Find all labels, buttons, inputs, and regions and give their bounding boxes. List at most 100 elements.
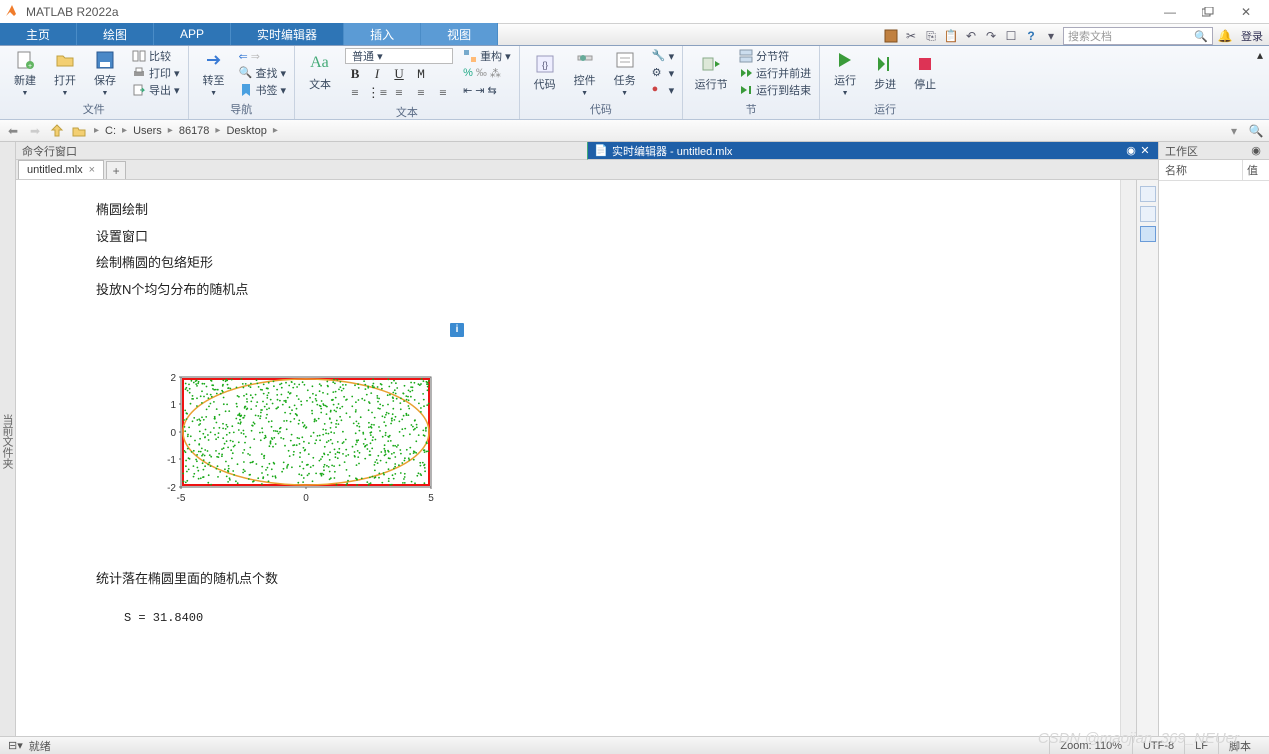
status-zoom[interactable]: Zoom: 110%: [1049, 737, 1132, 754]
control-button[interactable]: 控件▼: [566, 48, 604, 98]
nav-up-button[interactable]: [48, 122, 66, 140]
tab-liveeditor[interactable]: 实时编辑器: [231, 23, 344, 45]
nav-fwd-button[interactable]: ➡: [26, 122, 44, 140]
open-button[interactable]: 打开▼: [46, 48, 84, 98]
ribbon-tabstrip: 主页 绘图 APP 实时编辑器 插入 视图 ✂ ⎘ 📋 ↶ ↷ ☐ ? ▾ 搜索…: [0, 24, 1269, 46]
group-code: {}代码 控件▼ 任务▼ 🔧 ▾ ⚙ ▾ ● ▾ 代码: [520, 46, 684, 119]
cut-icon[interactable]: ✂: [903, 28, 919, 44]
svg-text:0: 0: [303, 493, 309, 504]
underline-button[interactable]: U: [389, 65, 409, 83]
tab-plots[interactable]: 绘图: [77, 23, 154, 45]
codetool2-button[interactable]: ⚙ ▾: [650, 65, 677, 81]
goto-button[interactable]: 转至▼: [195, 48, 233, 98]
toolstrip-collapse-button[interactable]: ▴: [1251, 46, 1269, 119]
group-section-label: 节: [689, 99, 813, 119]
step-button[interactable]: 步进: [866, 48, 904, 98]
search-icon[interactable]: 🔍: [1194, 30, 1208, 43]
info-badge-icon[interactable]: i: [450, 323, 464, 337]
tab-insert[interactable]: 插入: [344, 23, 421, 45]
print-button[interactable]: 打印 ▾: [130, 65, 182, 81]
bell-icon[interactable]: 🔔: [1217, 28, 1233, 44]
indent-button[interactable]: ⇤ ⇥ ⇆: [461, 82, 513, 98]
filetab-close-button[interactable]: ×: [89, 164, 95, 176]
status-mode[interactable]: 脚本: [1218, 737, 1261, 754]
compare-button[interactable]: 比较: [130, 48, 182, 64]
align-center-button[interactable]: ≡: [411, 84, 431, 102]
pane-dock-button[interactable]: ◉: [1124, 144, 1138, 158]
command-window-header[interactable]: 命令行窗口 📄 实时编辑器 - untitled.mlx ◉ ✕: [16, 142, 1158, 160]
task-button[interactable]: 任务▼: [606, 48, 644, 98]
crumb-drive[interactable]: C:: [105, 125, 116, 137]
filetab-untitled[interactable]: untitled.mlx ×: [18, 160, 104, 179]
find-button[interactable]: 🔍查找 ▾: [237, 65, 289, 81]
codetool1-button[interactable]: 🔧 ▾: [650, 48, 677, 64]
view-mode-1-button[interactable]: [1140, 186, 1156, 202]
dropdown-icon[interactable]: ▾: [1043, 28, 1059, 44]
bookmark-button[interactable]: 书签 ▾: [237, 82, 289, 98]
run-button[interactable]: 运行▼: [826, 48, 864, 98]
split-button[interactable]: 分节符: [737, 48, 813, 64]
tab-home[interactable]: 主页: [0, 23, 77, 45]
status-lineending[interactable]: LF: [1184, 737, 1218, 754]
current-folder-collapsed[interactable]: 当前文件夹: [0, 142, 16, 736]
login-link[interactable]: 登录: [1241, 28, 1263, 44]
tab-view[interactable]: 视图: [421, 23, 498, 45]
code-button[interactable]: {}代码: [526, 48, 564, 98]
crumb-1[interactable]: Users: [133, 125, 162, 137]
bold-button[interactable]: B: [345, 65, 365, 83]
codetool3-button[interactable]: ● ▾: [650, 82, 677, 98]
copy-icon[interactable]: ⎘: [923, 28, 939, 44]
text-button[interactable]: Aa文本: [301, 48, 339, 98]
workspace-header[interactable]: 工作区 ◉: [1159, 142, 1269, 160]
status-encoding[interactable]: UTF-8: [1132, 737, 1184, 754]
close-button[interactable]: ✕: [1227, 2, 1265, 22]
nav-browse-button[interactable]: [70, 122, 88, 140]
align-right-button[interactable]: ≡: [433, 84, 453, 102]
help-icon[interactable]: ?: [1023, 28, 1039, 44]
doc-search-input[interactable]: 搜索文档 🔍: [1063, 27, 1213, 45]
editor-view-controls: [1136, 180, 1158, 736]
addr-search-button[interactable]: 🔍: [1247, 122, 1265, 140]
view-mode-2-button[interactable]: [1140, 206, 1156, 222]
new-filetab-button[interactable]: +: [106, 161, 126, 179]
numlist-button[interactable]: ≡: [345, 84, 365, 102]
switch-windows-icon[interactable]: ☐: [1003, 28, 1019, 44]
minimize-button[interactable]: —: [1151, 2, 1189, 22]
mono-button[interactable]: M: [411, 65, 431, 83]
bullist-button[interactable]: ⋮≡: [367, 84, 387, 102]
runadvance-button[interactable]: 运行并前进: [737, 65, 813, 81]
group-nav-label: 导航: [195, 99, 289, 119]
maximize-button[interactable]: [1189, 2, 1227, 22]
live-editor[interactable]: 椭圆绘制 设置窗口 绘制椭圆的包络矩形 投放N个均匀分布的随机点 i 2 1: [16, 180, 1120, 736]
style-select[interactable]: 普通 ▾: [345, 48, 453, 64]
pane-close-button[interactable]: ✕: [1138, 144, 1152, 158]
comment-button[interactable]: % ‰ ⁂: [461, 65, 513, 81]
export-button[interactable]: 导出 ▾: [130, 82, 182, 98]
ws-col-value[interactable]: 值: [1243, 160, 1269, 180]
save-button[interactable]: 保存▼: [86, 48, 124, 98]
ws-col-name[interactable]: 名称: [1159, 160, 1243, 180]
runtoend-button[interactable]: 运行到结束: [737, 82, 813, 98]
doc-result: S = 31.8400: [124, 607, 1040, 630]
paste-icon[interactable]: 📋: [943, 28, 959, 44]
italic-button[interactable]: I: [367, 65, 387, 83]
editor-scrollbar[interactable]: [1120, 180, 1136, 736]
new-button[interactable]: +新建▼: [6, 48, 44, 98]
tab-apps[interactable]: APP: [154, 23, 231, 45]
crumb-3[interactable]: Desktop: [226, 125, 266, 137]
status-toggle-icon[interactable]: ⊟▾: [8, 739, 23, 752]
align-left-button[interactable]: ≡: [389, 84, 409, 102]
view-mode-3-button[interactable]: [1140, 226, 1156, 242]
refactor-button[interactable]: 重构 ▾: [461, 48, 513, 64]
stop-button[interactable]: 停止: [906, 48, 944, 98]
nav-back-button[interactable]: ⬅: [4, 122, 22, 140]
undo-icon[interactable]: ↶: [963, 28, 979, 44]
workspace-menu-button[interactable]: ◉: [1249, 144, 1263, 158]
crumb-2[interactable]: 86178: [179, 125, 210, 137]
addr-dropdown-button[interactable]: ▾: [1225, 122, 1243, 140]
task-icon: [615, 50, 635, 70]
redo-icon[interactable]: ↷: [983, 28, 999, 44]
save-quick-icon[interactable]: [883, 28, 899, 44]
runsection-button[interactable]: 运行节: [689, 48, 733, 98]
back-fwd-button[interactable]: ⇐⇒: [237, 48, 289, 64]
